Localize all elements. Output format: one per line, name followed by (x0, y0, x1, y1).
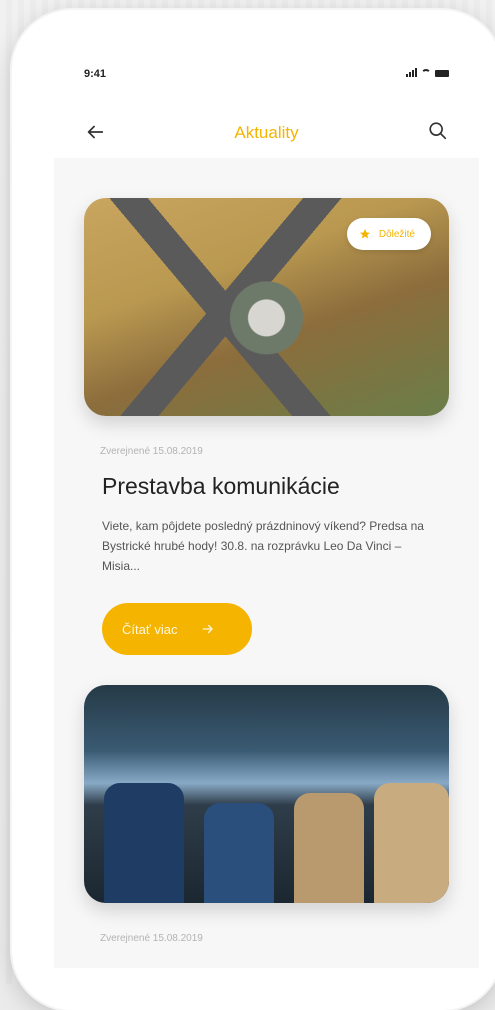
wifi-icon (421, 69, 431, 77)
arrow-right-icon (203, 624, 214, 634)
page-title: Aktuality (234, 123, 299, 142)
app-screen: 9:41 Aktuality Dôležité Zverejnené 15.08… (54, 48, 479, 968)
read-more-button[interactable]: Čítať viac (102, 603, 252, 655)
article-image-roundabout[interactable]: Dôležité (84, 198, 449, 416)
article-title[interactable]: Prestavba komunikácie (102, 473, 340, 500)
important-badge: Dôležité (346, 218, 431, 250)
article-image-bus[interactable] (84, 685, 449, 903)
status-bar: 9:41 (54, 48, 479, 108)
article-date: Zverejnené 15.08.2019 (100, 933, 203, 944)
search-icon[interactable] (427, 120, 449, 142)
star-icon (359, 229, 370, 239)
read-more-label: Čítať viac (122, 621, 178, 637)
article-date: Zverejnené 15.08.2019 (100, 446, 203, 457)
top-nav-bar: Aktuality (54, 108, 479, 158)
badge-label: Dôležité (378, 228, 415, 240)
seat (374, 783, 449, 903)
signal-icon (406, 68, 417, 77)
seat (204, 803, 274, 903)
battery-icon (435, 70, 449, 77)
status-icons (406, 68, 449, 77)
status-time: 9:41 (84, 68, 107, 80)
seat (104, 783, 184, 903)
seat (294, 793, 364, 903)
phone-frame: 9:41 Aktuality Dôležité Zverejnené 15.08… (12, 10, 495, 1010)
article-excerpt: Viete, kam pôjdete posledný prázdninový … (102, 519, 424, 573)
